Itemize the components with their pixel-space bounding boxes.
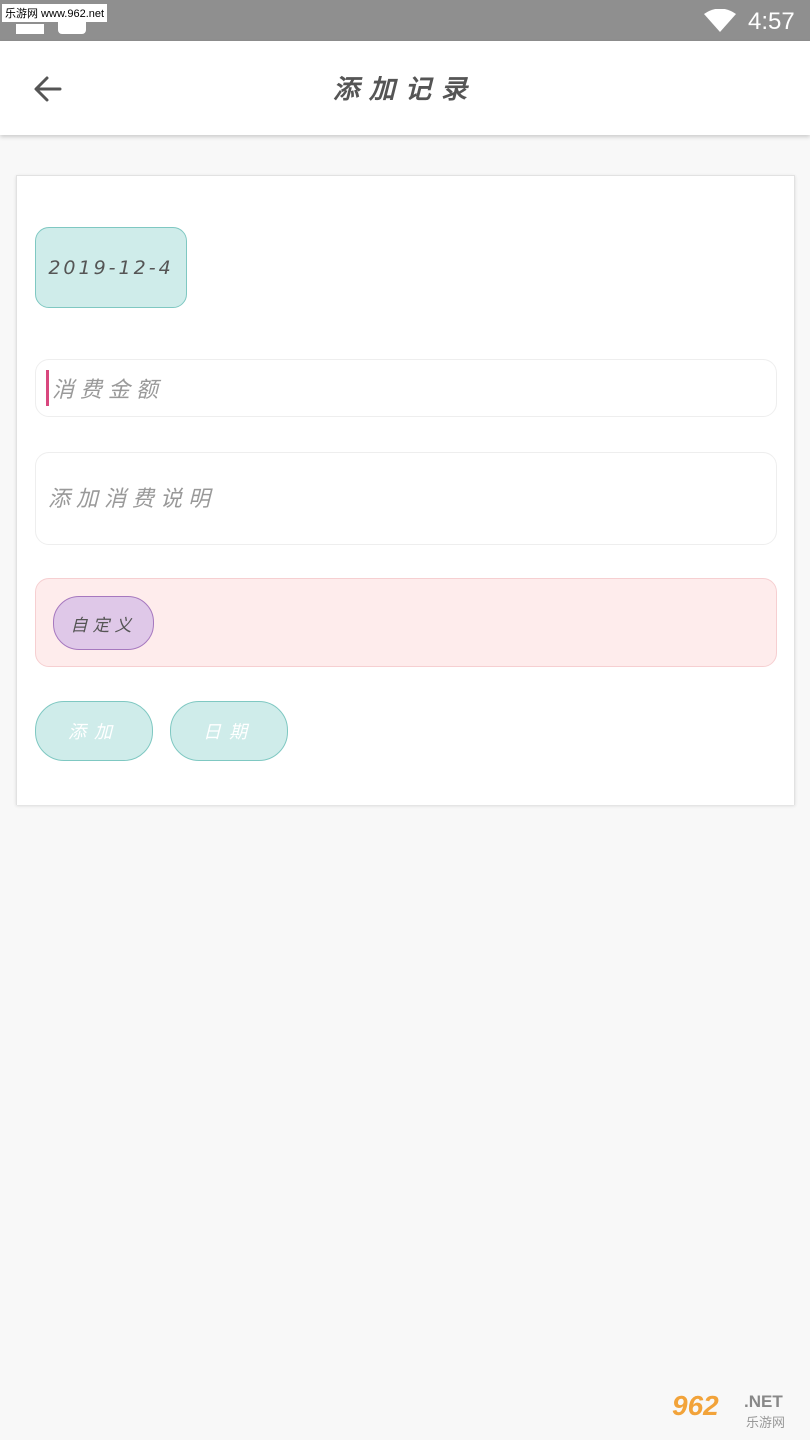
record-form-card: 2019-12-4 消费金额 添加消费说明 自定义 添加 日期 [16, 175, 795, 805]
wifi-icon [704, 9, 736, 32]
status-time: 4:57 [748, 8, 795, 35]
amount-placeholder: 消费金额 [52, 378, 165, 403]
watermark-brand: 962 [672, 1390, 719, 1421]
app-bar: 添加记录 [0, 41, 810, 135]
site-watermark: 962 .NET 乐游网 [672, 1390, 802, 1432]
date-chip[interactable]: 2019-12-4 [35, 227, 187, 308]
tag-custom[interactable]: 自定义 [53, 596, 154, 650]
notification-icon-2 [58, 20, 86, 34]
tag-selector: 自定义 [35, 578, 777, 667]
watermark-name: 乐游网 [746, 1415, 786, 1430]
description-input[interactable]: 添加消费说明 [35, 452, 777, 545]
watermark-label: 乐游网 www.962.net [2, 4, 108, 22]
date-button[interactable]: 日期 [170, 701, 288, 761]
amount-input[interactable]: 消费金额 [35, 359, 777, 417]
description-placeholder: 添加消费说明 [48, 487, 217, 512]
watermark-domain: .NET [744, 1392, 783, 1411]
page-title: 添加记录 [332, 75, 477, 105]
text-cursor [46, 370, 49, 406]
add-button[interactable]: 添加 [35, 701, 153, 761]
status-bar: 乐游网 www.962.net 4:57 [0, 0, 810, 41]
notification-icon [16, 24, 44, 34]
